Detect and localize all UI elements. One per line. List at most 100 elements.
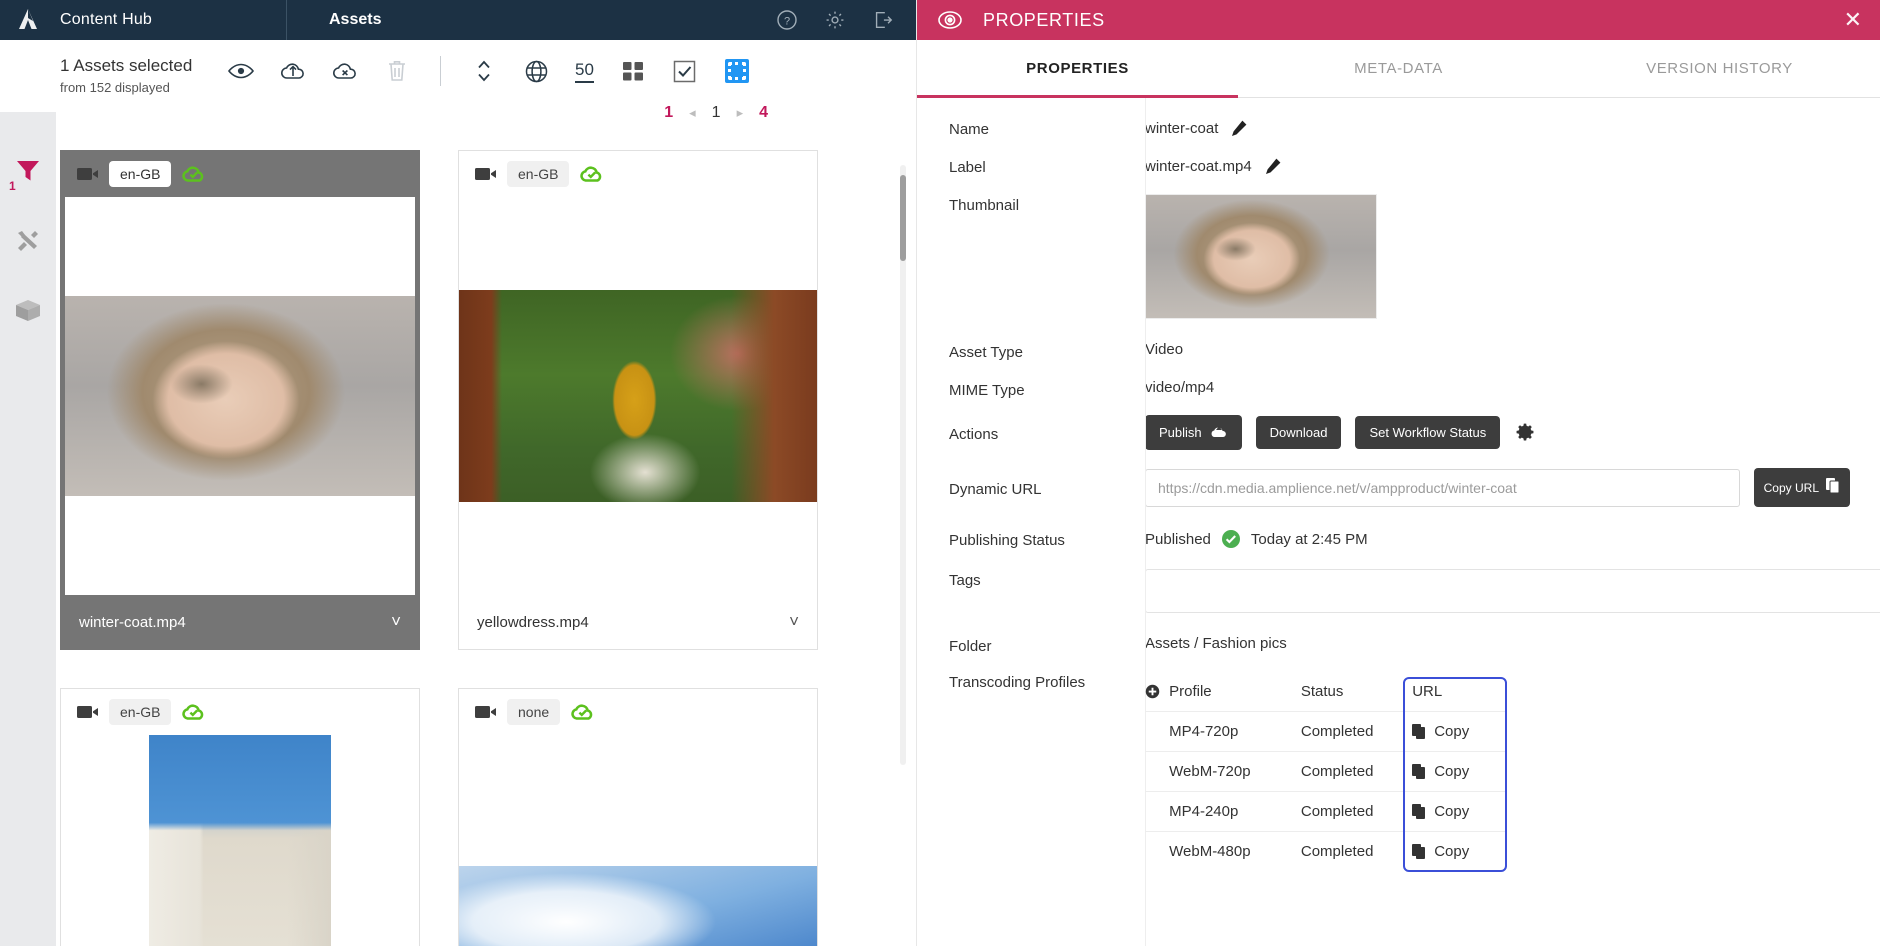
publish-cloud-icon bbox=[1210, 424, 1228, 441]
sidebar-item-packages[interactable] bbox=[11, 294, 45, 328]
field-label-name: Name bbox=[949, 121, 990, 138]
page-size-selector[interactable]: 50 bbox=[575, 60, 594, 83]
asset-thumbnail-preview[interactable] bbox=[1145, 194, 1377, 319]
asset-card[interactable]: none bbox=[458, 688, 818, 946]
asset-filename: yellowdress.mp4 bbox=[477, 613, 589, 631]
edit-pencil-icon[interactable] bbox=[1264, 157, 1282, 175]
set-workflow-status-button[interactable]: Set Workflow Status bbox=[1355, 416, 1501, 449]
field-mime-type: MIME Type video/mp4 bbox=[917, 379, 1880, 399]
selection-summary: 1 Assets selected from 152 displayed bbox=[60, 50, 220, 98]
published-cloud-check-icon bbox=[181, 701, 207, 723]
settings-gear-icon[interactable] bbox=[824, 9, 846, 31]
asset-card-header: en-GB bbox=[459, 151, 817, 197]
app-root: Content Hub Assets ? 1 1 Assets selected… bbox=[0, 0, 1880, 946]
sort-updown-icon[interactable] bbox=[471, 58, 497, 84]
chevron-down-icon[interactable]: ˅ bbox=[391, 612, 401, 632]
video-camera-icon bbox=[77, 166, 99, 182]
logout-icon[interactable] bbox=[872, 9, 894, 31]
cell-profile: MP4-240p bbox=[1169, 803, 1239, 820]
edit-pencil-icon[interactable] bbox=[1230, 119, 1248, 137]
filter-funnel-icon bbox=[17, 161, 39, 181]
copy-url-button[interactable]: Copy URL bbox=[1753, 468, 1850, 507]
pagination-first[interactable]: 1 bbox=[664, 104, 673, 122]
amplience-logo-icon[interactable] bbox=[0, 7, 56, 33]
box-icon bbox=[16, 300, 40, 321]
field-label-mime-type: MIME Type bbox=[949, 382, 1025, 399]
cell-status: Completed bbox=[1300, 843, 1374, 860]
download-button[interactable]: Download bbox=[1255, 416, 1342, 449]
asset-card[interactable]: en-GB bbox=[60, 688, 420, 946]
asset-thumbnail[interactable] bbox=[65, 197, 415, 595]
asset-card[interactable]: en-GB winter-coat.mp4 ˅ bbox=[60, 150, 420, 650]
asset-card[interactable]: en-GB yellowdress.mp4 ˅ bbox=[458, 150, 818, 650]
cell-status: Completed bbox=[1300, 723, 1374, 740]
left-icon-rail: 1 bbox=[0, 40, 56, 946]
chevron-down-icon[interactable]: ˅ bbox=[789, 612, 799, 632]
field-value-mime-type: video/mp4 bbox=[1145, 379, 1215, 396]
help-icon[interactable]: ? bbox=[776, 9, 798, 31]
field-label-publishing-status: Publishing Status bbox=[949, 532, 1065, 549]
publish-button-label: Publish bbox=[1159, 425, 1202, 440]
preview-eye-icon[interactable] bbox=[228, 58, 254, 84]
select-all-checkbox-icon[interactable] bbox=[672, 58, 698, 84]
properties-header: PROPERTIES ✕ bbox=[917, 0, 1880, 40]
asset-thumbnail[interactable] bbox=[61, 735, 419, 946]
asset-thumbnail[interactable] bbox=[459, 735, 817, 946]
scrollbar-thumb[interactable] bbox=[900, 175, 906, 261]
asset-card-header: en-GB bbox=[61, 689, 419, 735]
field-thumbnail: Thumbnail bbox=[917, 194, 1880, 319]
published-cloud-check-icon bbox=[579, 163, 605, 185]
dynamic-url-input[interactable] bbox=[1145, 468, 1740, 507]
tags-input[interactable] bbox=[1145, 569, 1880, 613]
locale-pill: en-GB bbox=[109, 161, 172, 187]
properties-form: Name winter-coat Label winter-coat.mp4 T… bbox=[917, 98, 1880, 946]
brand-title[interactable]: Content Hub bbox=[56, 11, 286, 29]
published-cloud-check-icon bbox=[181, 163, 207, 185]
selected-count: 1 Assets selected bbox=[60, 56, 193, 75]
unpublish-cloud-icon[interactable] bbox=[332, 58, 358, 84]
field-label-asset-type: Asset Type bbox=[949, 344, 1023, 361]
locale-globe-icon[interactable] bbox=[523, 58, 549, 84]
section-title-assets[interactable]: Assets bbox=[287, 11, 381, 29]
topbar-actions: ? bbox=[776, 9, 916, 31]
field-asset-type: Asset Type Video bbox=[917, 341, 1880, 361]
field-label-dynamic-url: Dynamic URL bbox=[949, 480, 1042, 498]
sidebar-item-tools[interactable] bbox=[11, 224, 45, 258]
selection-mode-icon[interactable] bbox=[724, 58, 750, 84]
published-check-icon bbox=[1221, 529, 1241, 549]
properties-tabs: PROPERTIES META-DATA VERSION HISTORY bbox=[917, 40, 1880, 98]
field-label-transcoding-profiles: Transcoding Profiles bbox=[949, 674, 1086, 691]
column-header-profile: Profile bbox=[1169, 682, 1212, 700]
asset-thumbnail[interactable] bbox=[459, 197, 817, 595]
sidebar-item-filters[interactable]: 1 bbox=[9, 154, 45, 193]
assets-scrollbar[interactable] bbox=[900, 165, 906, 765]
pagination-current: 1 bbox=[711, 104, 721, 121]
field-label-folder: Folder bbox=[949, 638, 992, 655]
publish-cloud-upload-icon[interactable] bbox=[280, 58, 306, 84]
locale-pill: none bbox=[507, 699, 561, 725]
add-profile-icon[interactable] bbox=[1145, 684, 1169, 699]
cell-status: Completed bbox=[1300, 803, 1374, 820]
field-transcoding-profiles: Transcoding Profiles Profile Status URL bbox=[917, 671, 1880, 872]
close-icon[interactable]: ✕ bbox=[1844, 9, 1862, 31]
field-actions: Actions Publish Download Set Workflow St… bbox=[917, 415, 1880, 450]
properties-pane: PROPERTIES ✕ PROPERTIES META-DATA VERSIO… bbox=[916, 0, 1880, 946]
tab-properties[interactable]: PROPERTIES bbox=[917, 40, 1238, 98]
pagination: 1 ◂ 1 ▸ 4 bbox=[664, 104, 768, 122]
svg-text:?: ? bbox=[784, 16, 790, 28]
copy-clipboard-icon bbox=[1826, 478, 1840, 497]
pagination-last[interactable]: 4 bbox=[759, 104, 768, 122]
tab-version-history[interactable]: VERSION HISTORY bbox=[1559, 40, 1880, 97]
pagination-prev-icon[interactable]: ◂ bbox=[689, 105, 696, 121]
asset-card-footer: winter-coat.mp4 ˅ bbox=[61, 595, 419, 649]
published-cloud-check-icon bbox=[570, 701, 596, 723]
tab-meta-data[interactable]: META-DATA bbox=[1238, 40, 1559, 97]
pagination-next-icon[interactable]: ▸ bbox=[737, 105, 744, 121]
asset-thumbnail-image bbox=[65, 296, 415, 496]
properties-title: PROPERTIES bbox=[983, 9, 1105, 30]
tools-icon bbox=[18, 231, 38, 251]
field-value-name: winter-coat bbox=[1145, 119, 1219, 137]
grid-view-icon[interactable] bbox=[620, 58, 646, 84]
actions-gear-icon[interactable] bbox=[1514, 422, 1536, 444]
publish-button[interactable]: Publish bbox=[1145, 415, 1242, 450]
